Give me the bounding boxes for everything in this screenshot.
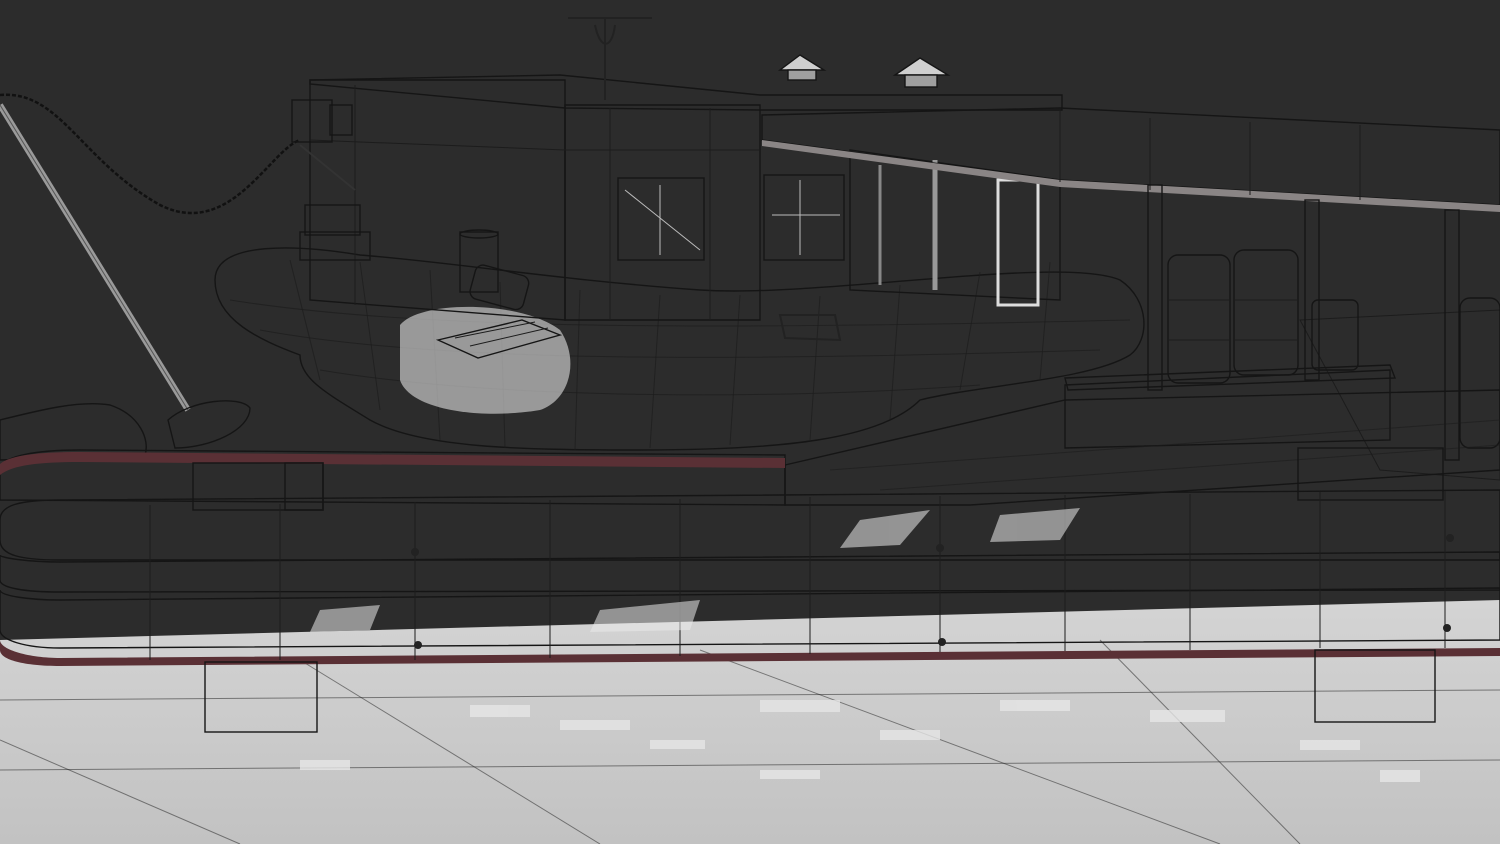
scene-render [0,0,1500,844]
3d-viewport[interactable] [0,0,1500,844]
